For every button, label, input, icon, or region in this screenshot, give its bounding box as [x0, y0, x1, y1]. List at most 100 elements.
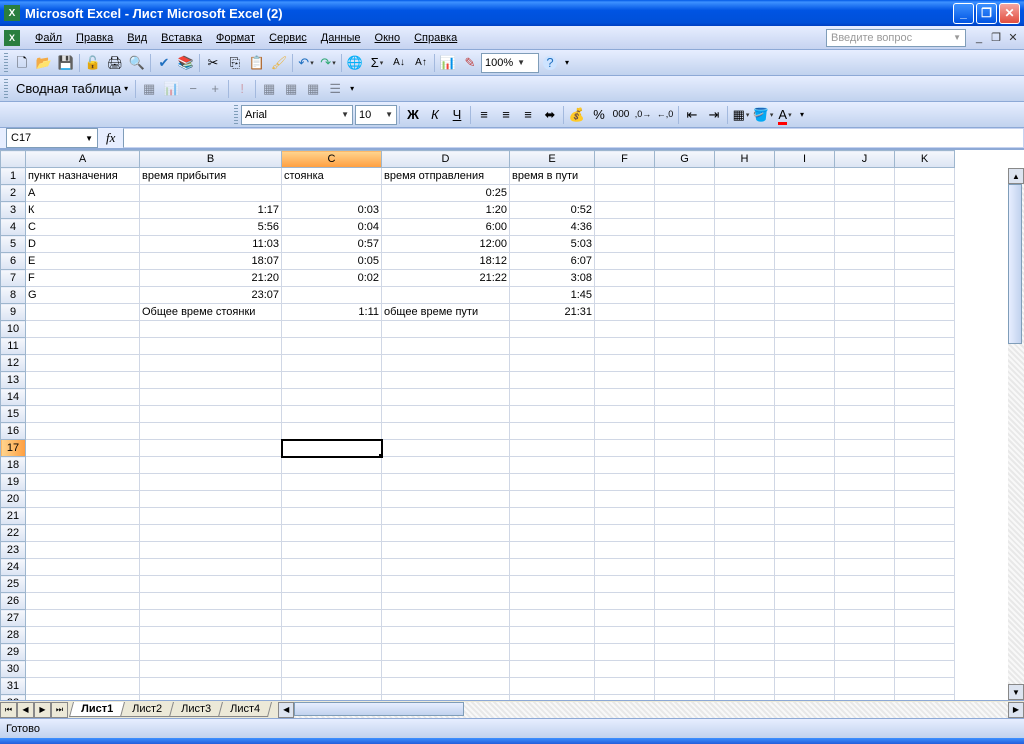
font-size-combo[interactable]: 10 ▼ [355, 105, 397, 125]
menu-help[interactable]: Справка [407, 30, 464, 46]
row-header-23[interactable]: 23 [1, 542, 26, 559]
cell-F25[interactable] [595, 576, 655, 593]
redo-button[interactable]: ↷ [317, 52, 339, 74]
cell-J30[interactable] [835, 661, 895, 678]
row-header-29[interactable]: 29 [1, 644, 26, 661]
cell-D9[interactable]: общее време пути [382, 304, 510, 321]
cell-F1[interactable] [595, 168, 655, 185]
cell-F9[interactable] [595, 304, 655, 321]
cell-E21[interactable] [510, 508, 595, 525]
row-header-4[interactable]: 4 [1, 219, 26, 236]
scroll-left-button[interactable]: ◀ [278, 702, 294, 718]
cell-D10[interactable] [382, 321, 510, 338]
cell-C29[interactable] [282, 644, 382, 661]
cell-A9[interactable] [26, 304, 140, 321]
cell-G20[interactable] [655, 491, 715, 508]
cell-E4[interactable]: 4:36 [510, 219, 595, 236]
cell-A31[interactable] [26, 678, 140, 695]
cell-F13[interactable] [595, 372, 655, 389]
cell-C20[interactable] [282, 491, 382, 508]
cell-B27[interactable] [140, 610, 282, 627]
cell-C19[interactable] [282, 474, 382, 491]
cell-B6[interactable]: 18:07 [140, 253, 282, 270]
cell-D15[interactable] [382, 406, 510, 423]
tab-nav-next[interactable]: ▶ [34, 702, 51, 718]
cell-F29[interactable] [595, 644, 655, 661]
cell-J22[interactable] [835, 525, 895, 542]
column-header-E[interactable]: E [510, 151, 595, 168]
cell-B30[interactable] [140, 661, 282, 678]
cell-I7[interactable] [775, 270, 835, 287]
cell-H14[interactable] [715, 389, 775, 406]
cell-B10[interactable] [140, 321, 282, 338]
cell-E26[interactable] [510, 593, 595, 610]
pivot-include-button[interactable]: ▦ [258, 78, 280, 100]
cell-B11[interactable] [140, 338, 282, 355]
maximize-button[interactable]: ❐ [976, 3, 997, 24]
pivot-hide-detail-button[interactable]: − [182, 78, 204, 100]
cell-A11[interactable] [26, 338, 140, 355]
cell-E17[interactable] [510, 440, 595, 457]
menu-format[interactable]: Формат [209, 30, 262, 46]
cell-F20[interactable] [595, 491, 655, 508]
cell-D24[interactable] [382, 559, 510, 576]
cell-D21[interactable] [382, 508, 510, 525]
cell-F21[interactable] [595, 508, 655, 525]
cell-F28[interactable] [595, 627, 655, 644]
cell-H4[interactable] [715, 219, 775, 236]
horizontal-scrollbar[interactable]: ◀ ▶ [278, 702, 1024, 718]
cell-B22[interactable] [140, 525, 282, 542]
cell-E12[interactable] [510, 355, 595, 372]
cell-I23[interactable] [775, 542, 835, 559]
row-header-5[interactable]: 5 [1, 236, 26, 253]
cell-E1[interactable]: время в пути [510, 168, 595, 185]
increase-indent-button[interactable]: ⇥ [703, 104, 725, 126]
cell-I4[interactable] [775, 219, 835, 236]
menu-tools[interactable]: Сервис [262, 30, 314, 46]
cell-D31[interactable] [382, 678, 510, 695]
cell-H18[interactable] [715, 457, 775, 474]
cell-K31[interactable] [895, 678, 955, 695]
vertical-scrollbar[interactable]: ▲ ▼ [1008, 168, 1024, 700]
cell-I26[interactable] [775, 593, 835, 610]
cell-I6[interactable] [775, 253, 835, 270]
row-header-15[interactable]: 15 [1, 406, 26, 423]
cell-B1[interactable]: время прибытия [140, 168, 282, 185]
cell-A1[interactable]: пункт назначения [26, 168, 140, 185]
cell-J15[interactable] [835, 406, 895, 423]
cell-C24[interactable] [282, 559, 382, 576]
cell-J19[interactable] [835, 474, 895, 491]
cell-A21[interactable] [26, 508, 140, 525]
scroll-thumb[interactable] [294, 702, 464, 716]
cell-C14[interactable] [282, 389, 382, 406]
cell-H15[interactable] [715, 406, 775, 423]
cell-K19[interactable] [895, 474, 955, 491]
cell-B26[interactable] [140, 593, 282, 610]
cell-H3[interactable] [715, 202, 775, 219]
cell-J2[interactable] [835, 185, 895, 202]
cell-D5[interactable]: 12:00 [382, 236, 510, 253]
scroll-right-button[interactable]: ▶ [1008, 702, 1024, 718]
cell-J18[interactable] [835, 457, 895, 474]
scroll-track[interactable] [1008, 184, 1024, 684]
research-button[interactable]: 📚 [175, 52, 197, 74]
cell-H25[interactable] [715, 576, 775, 593]
column-header-H[interactable]: H [715, 151, 775, 168]
cell-J1[interactable] [835, 168, 895, 185]
cell-K2[interactable] [895, 185, 955, 202]
cell-E32[interactable] [510, 695, 595, 701]
cell-B2[interactable] [140, 185, 282, 202]
cell-K23[interactable] [895, 542, 955, 559]
row-header-10[interactable]: 10 [1, 321, 26, 338]
cell-A16[interactable] [26, 423, 140, 440]
cell-E27[interactable] [510, 610, 595, 627]
cell-C3[interactable]: 0:03 [282, 202, 382, 219]
cell-G9[interactable] [655, 304, 715, 321]
cell-C18[interactable] [282, 457, 382, 474]
cell-A14[interactable] [26, 389, 140, 406]
cell-H32[interactable] [715, 695, 775, 701]
toolbar-options-button[interactable]: ▾ [346, 78, 358, 100]
cell-E14[interactable] [510, 389, 595, 406]
cell-J5[interactable] [835, 236, 895, 253]
cell-B32[interactable] [140, 695, 282, 701]
